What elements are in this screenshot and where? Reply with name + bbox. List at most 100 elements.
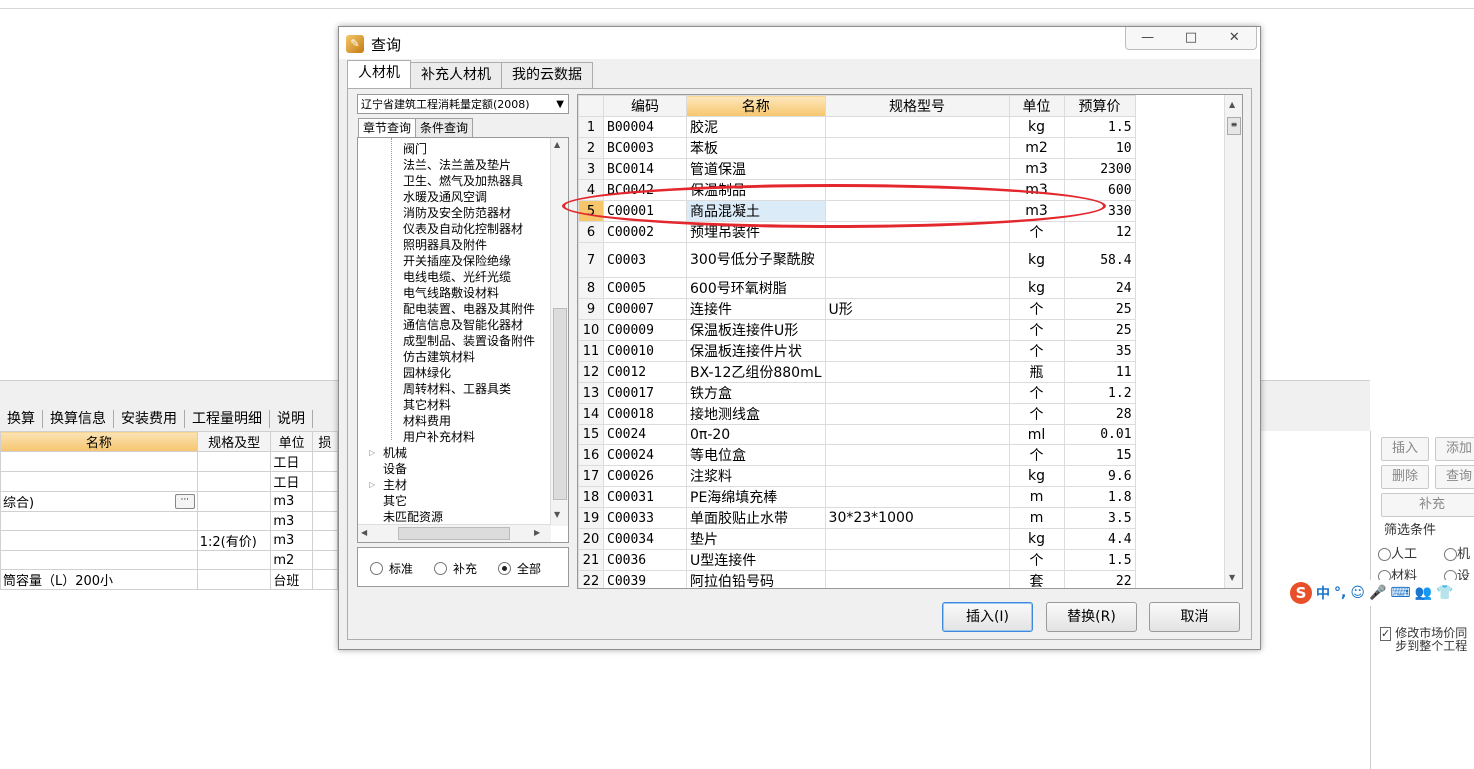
row-number[interactable]: 17	[578, 465, 604, 487]
table-row[interactable]: 14 C00018 接地测线盒 个 28	[578, 403, 1136, 425]
row-number[interactable]: 22	[578, 570, 604, 588]
bg-table-row[interactable]: 1:2(有价) m3	[0, 530, 339, 551]
row-number[interactable]: 11	[578, 340, 604, 362]
cell-spec[interactable]	[824, 319, 1010, 341]
cell-unit[interactable]: 个	[1008, 298, 1065, 320]
row-number[interactable]: 20	[578, 528, 604, 550]
cell-code[interactable]: C00009	[603, 319, 687, 341]
table-row[interactable]: 12 C0012 BX-12乙组份880mL 瓶 11	[578, 361, 1136, 383]
bg-cell-name[interactable]	[0, 471, 198, 492]
row-number[interactable]: 6	[578, 221, 604, 243]
cell-price[interactable]: 4.4	[1063, 528, 1136, 550]
cell-code[interactable]: C0005	[603, 277, 687, 299]
table-row[interactable]: 7 C0003 300号低分子聚酰胺 kg 58.4	[578, 242, 1136, 278]
tree-node[interactable]: 仿古建筑材料	[403, 349, 475, 365]
cell-spec[interactable]	[824, 570, 1010, 588]
cell-name[interactable]: 0π-20	[686, 424, 826, 445]
cell-spec[interactable]	[824, 465, 1010, 487]
bg-table-row[interactable]: 筒容量（L）200小 台班	[0, 569, 339, 590]
table-row[interactable]: 1 B00004 胶泥 kg 1.5	[578, 116, 1136, 138]
table-row[interactable]: 3 BC0014 管道保温 m3 2300	[578, 158, 1136, 180]
cell-code[interactable]: C0012	[603, 361, 687, 383]
cell-name[interactable]: 阿拉伯铅号码	[686, 570, 826, 588]
rp-supplement-button[interactable]: 补充	[1381, 493, 1474, 517]
scroll-left-icon[interactable]: ◀	[361, 528, 367, 537]
bg-cell-spec[interactable]	[196, 569, 272, 590]
cell-spec[interactable]	[824, 486, 1010, 508]
bg-table-row[interactable]: m2	[0, 550, 339, 570]
sogou-logo-icon[interactable]: S	[1290, 582, 1312, 604]
cell-spec[interactable]	[824, 340, 1010, 362]
cell-unit[interactable]: 个	[1008, 403, 1065, 425]
replace-button[interactable]: 替换(R)	[1046, 602, 1137, 632]
cell-code[interactable]: C00018	[603, 403, 687, 425]
table-row[interactable]: 20 C00034 垫片 kg 4.4	[578, 528, 1136, 550]
cell-name[interactable]: 保温板连接件U形	[686, 319, 826, 341]
bg-cell-unit[interactable]: m3	[270, 511, 313, 531]
cell-unit[interactable]: m	[1008, 486, 1065, 508]
tree-node[interactable]: 水暖及通风空调	[403, 189, 487, 205]
tree-vertical-scrollbar[interactable]: ▲ ▼	[550, 138, 568, 526]
filter-option[interactable]: 标准	[370, 560, 413, 577]
bg-cell-loss[interactable]	[311, 471, 339, 492]
cell-name[interactable]: PE海绵填充棒	[686, 486, 826, 508]
bg-table-row[interactable]: 工日	[0, 471, 339, 492]
ime-emoji-icon[interactable]: ☺	[1350, 585, 1365, 601]
bg-cell-loss[interactable]	[311, 550, 339, 570]
tree-node[interactable]: ▷ 主材	[369, 477, 407, 493]
row-number[interactable]: 10	[578, 319, 604, 341]
cell-spec[interactable]	[824, 116, 1010, 138]
cell-name[interactable]: 600号环氧树脂	[686, 277, 826, 299]
cell-price[interactable]: 28	[1063, 403, 1136, 425]
cell-price[interactable]: 25	[1063, 319, 1136, 341]
tree-horizontal-scrollbar[interactable]: ◀ ▶	[358, 524, 551, 542]
cell-price[interactable]: 15	[1063, 444, 1136, 466]
col-code-header[interactable]: 编码	[603, 95, 687, 117]
bg-tab[interactable]: 安装费用	[114, 410, 185, 428]
bg-cell-loss[interactable]	[311, 569, 339, 590]
cell-unit[interactable]: m	[1008, 507, 1065, 529]
cell-code[interactable]: C00010	[603, 340, 687, 362]
cell-spec[interactable]: U形	[824, 298, 1010, 320]
bg-cell-name[interactable]: 筒容量（L）200小	[0, 569, 198, 590]
cell-code[interactable]: B00004	[603, 116, 687, 138]
tree-node[interactable]: 配电装置、电器及其附件	[403, 301, 535, 317]
cell-name[interactable]: 胶泥	[686, 116, 826, 138]
row-number[interactable]: 7	[578, 242, 604, 278]
cell-spec[interactable]	[824, 549, 1010, 571]
row-number[interactable]: 14	[578, 403, 604, 425]
cell-name[interactable]: 等电位盒	[686, 444, 826, 466]
cell-price[interactable]: 1.8	[1063, 486, 1136, 508]
cell-name[interactable]: 300号低分子聚酰胺	[686, 242, 826, 278]
grid-vertical-scrollbar[interactable]: ▲ ≡ ▼	[1224, 95, 1242, 588]
tree-node[interactable]: 仪表及自动化控制器材	[403, 221, 523, 237]
bg-cell-name[interactable]	[0, 530, 198, 551]
ellipsis-button[interactable]: ···	[174, 494, 195, 509]
cell-spec[interactable]	[824, 403, 1010, 425]
cell-spec[interactable]	[824, 137, 1010, 159]
ime-toolbar[interactable]: S 中 °, ☺ 🎤 ⌨ 👥 👕	[1290, 580, 1474, 606]
tree-node[interactable]: 照明器具及附件	[403, 237, 487, 253]
close-icon[interactable]: ✕	[1213, 27, 1256, 49]
cell-unit[interactable]: kg	[1008, 528, 1065, 550]
ime-voice-icon[interactable]: 🎤	[1369, 585, 1386, 601]
cell-name[interactable]: 注浆料	[686, 465, 826, 487]
bg-cell-spec[interactable]: 1:2(有价)	[196, 530, 272, 551]
col-spec-header[interactable]: 规格型号	[824, 95, 1010, 117]
table-row[interactable]: 17 C00026 注浆料 kg 9.6	[578, 465, 1136, 487]
cell-unit[interactable]: m3	[1008, 158, 1065, 180]
bg-tab[interactable]: 换算	[0, 410, 43, 428]
tree-node[interactable]: 周转材料、工器具类	[403, 381, 511, 397]
cell-unit[interactable]: kg	[1008, 242, 1065, 278]
scroll-thumb[interactable]: ≡	[1227, 117, 1241, 135]
tab-labor-material-machine[interactable]: 人材机	[347, 60, 411, 88]
row-number[interactable]: 19	[578, 507, 604, 529]
cell-unit[interactable]: kg	[1008, 465, 1065, 487]
tree-node[interactable]: 阀门	[403, 141, 427, 157]
row-number[interactable]: 16	[578, 444, 604, 466]
ime-keyboard-icon[interactable]: ⌨	[1390, 585, 1410, 601]
table-row[interactable]: 2 BC0003 苯板 m2 10	[578, 137, 1136, 159]
cell-price[interactable]: 1.5	[1063, 549, 1136, 571]
tab-condition-search[interactable]: 条件查询	[415, 118, 474, 137]
cell-unit[interactable]: kg	[1008, 277, 1065, 299]
